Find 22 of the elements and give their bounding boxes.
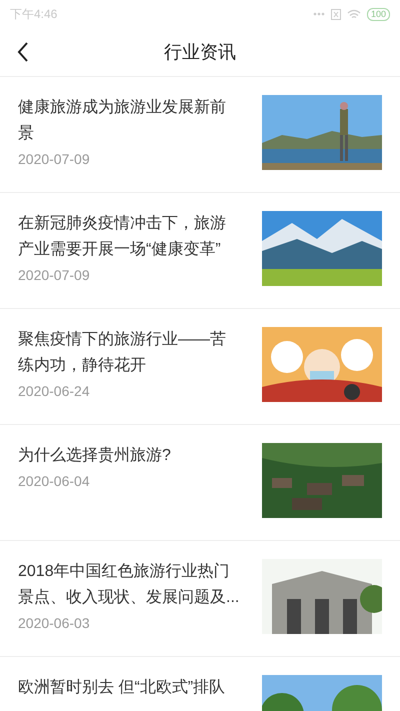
article-date: 2020-06-03 bbox=[18, 615, 91, 631]
article-date: 2020-07-09 bbox=[18, 151, 91, 167]
article-title: 欧洲暂时别去 但“北欧式”排队 bbox=[18, 678, 226, 698]
article-item[interactable]: 健康旅游成为旅游业发展新前景 2020-07-09 bbox=[0, 77, 400, 193]
article-date: 2020-06-04 bbox=[18, 473, 91, 489]
article-title: 在新冠肺炎疫情冲击下，旅游产业需要开展一场“健康变革” bbox=[18, 214, 227, 260]
article-item[interactable]: 欧洲暂时别去 但“北欧式”排队 bbox=[0, 657, 400, 711]
article-title: 2018年中国红色旅游行业热门景点、收入现状、发展问题及... bbox=[18, 562, 240, 608]
article-date: 2020-07-09 bbox=[18, 267, 91, 283]
article-title: 健康旅游成为旅游业发展新前景 bbox=[18, 98, 227, 144]
sim-icon bbox=[330, 8, 341, 20]
article-item[interactable]: 2018年中国红色旅游行业热门景点、收入现状、发展问题及... 2020-06-03 bbox=[0, 541, 400, 657]
article-item[interactable]: 在新冠肺炎疫情冲击下，旅游产业需要开展一场“健康变革” 2020-07-09 bbox=[0, 193, 400, 309]
battery-level: 100 bbox=[366, 8, 390, 20]
article-date: 2020-06-24 bbox=[18, 383, 91, 399]
more-icon bbox=[312, 12, 325, 16]
wifi-icon bbox=[346, 8, 361, 20]
article-item[interactable]: 为什么选择贵州旅游? 2020-06-04 bbox=[0, 425, 400, 541]
article-title: 聚焦疫情下的旅游行业——苦练内功，静待花开 bbox=[18, 330, 227, 376]
article-title: 为什么选择贵州旅游? bbox=[18, 446, 172, 466]
article-item[interactable]: 聚焦疫情下的旅游行业——苦练内功，静待花开 2020-06-24 bbox=[0, 309, 400, 425]
page-title: 行业资讯 bbox=[164, 41, 236, 64]
